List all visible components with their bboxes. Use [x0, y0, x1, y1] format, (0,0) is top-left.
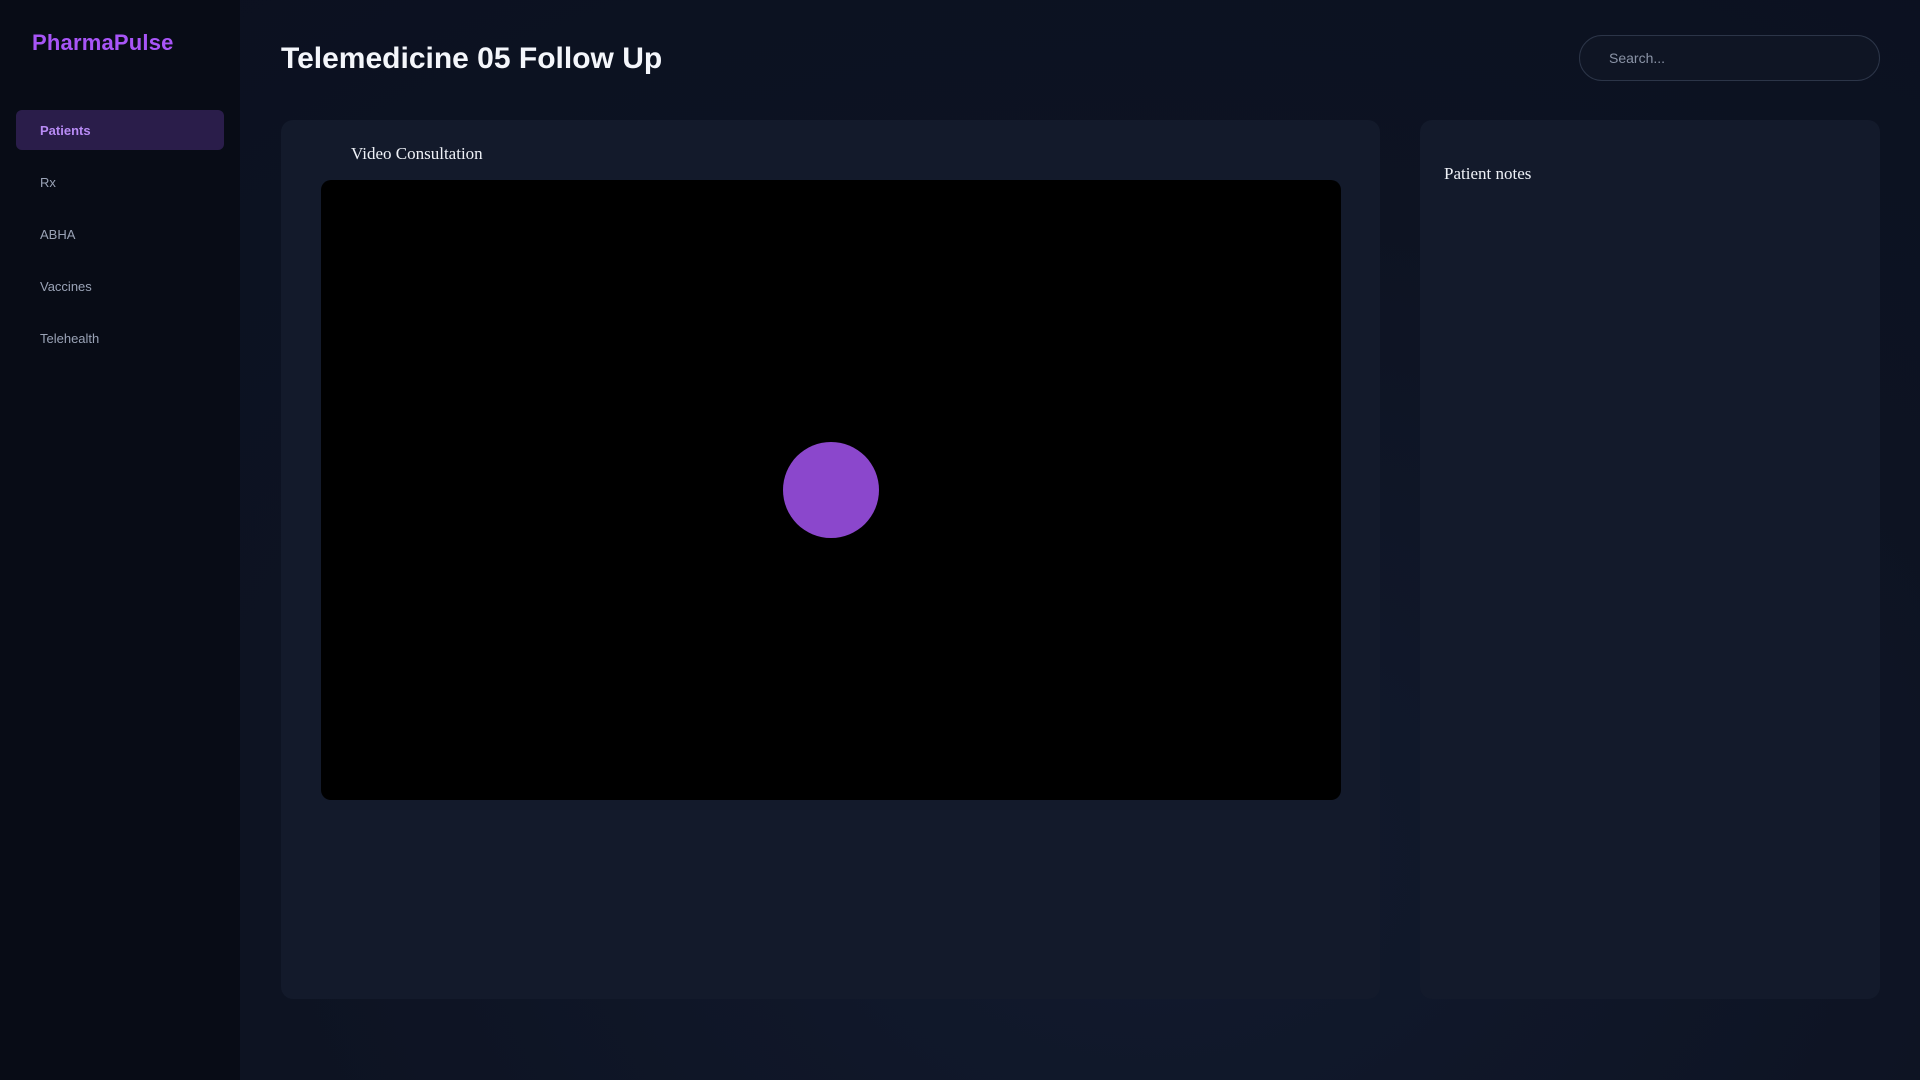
sidebar-item-label: ABHA	[40, 226, 76, 242]
sidebar-item-label: Telehealth	[40, 330, 100, 346]
video-consultation-panel: Video Consultation	[281, 120, 1380, 999]
sidebar-item-abha[interactable]: ABHA	[16, 214, 224, 254]
sidebar-item-vaccines[interactable]: Vaccines	[16, 266, 224, 306]
sidebar-item-telehealth[interactable]: Telehealth	[16, 318, 224, 358]
video-screen[interactable]	[321, 180, 1341, 800]
main-content: Telemedicine 05 Follow Up Video Consulta…	[240, 0, 1920, 1080]
participant-avatar	[783, 442, 879, 538]
patient-notes-panel: Patient notes	[1420, 120, 1880, 999]
page-title: Telemedicine 05 Follow Up	[281, 42, 663, 75]
sidebar-item-rx[interactable]: Rx	[16, 162, 224, 202]
search-input[interactable]	[1579, 35, 1880, 81]
brand-logo[interactable]: PharmaPulse	[32, 30, 174, 56]
sidebar-item-label: Rx	[40, 174, 56, 190]
sidebar-item-patients[interactable]: Patients	[16, 110, 224, 150]
sidebar-item-label: Patients	[40, 122, 91, 138]
sidebar-nav: Patients Rx ABHA Vaccines Telehealth	[16, 110, 224, 370]
video-panel-title: Video Consultation	[351, 144, 483, 163]
sidebar-item-label: Vaccines	[40, 278, 92, 294]
sidebar: PharmaPulse Patients Rx ABHA Vaccines Te…	[0, 0, 240, 1080]
notes-panel-title: Patient notes	[1444, 164, 1532, 183]
